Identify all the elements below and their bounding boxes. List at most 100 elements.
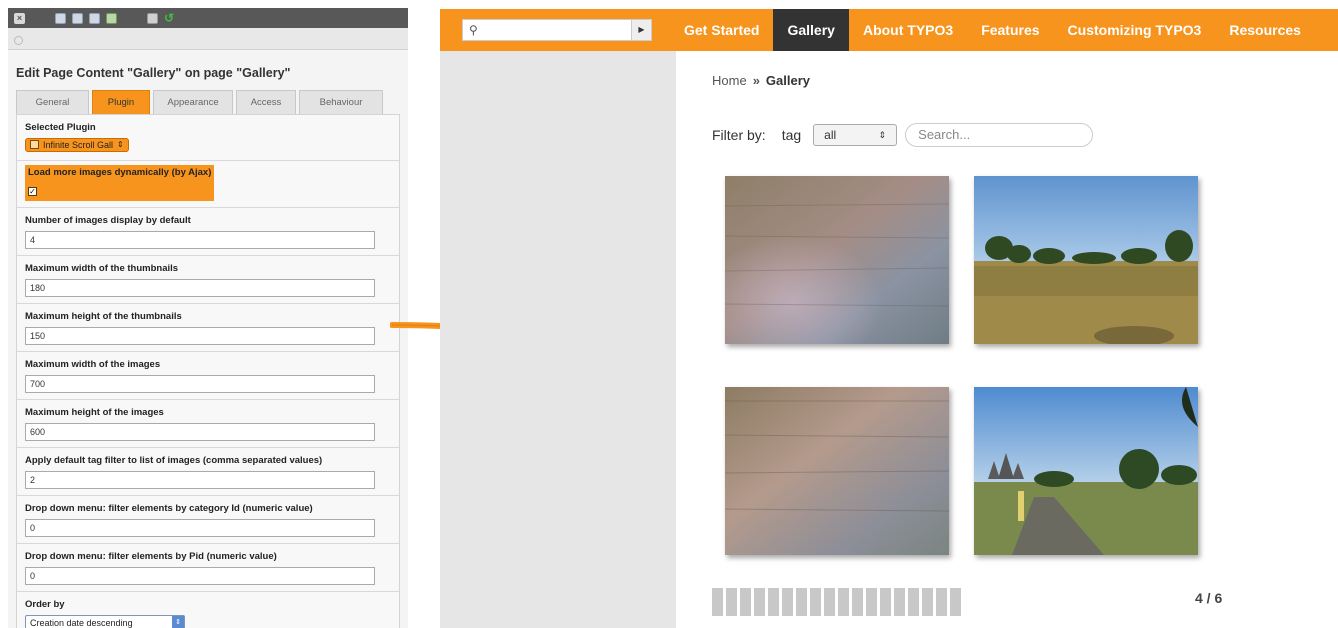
search-submit-button[interactable]: ▶ (631, 20, 651, 40)
filter-label: Filter by: (712, 127, 766, 143)
field-category-id: Drop down menu: filter elements by categ… (17, 496, 399, 544)
plugin-select-value: Infinite Scroll Gall (43, 139, 114, 150)
order-label: Order by (25, 599, 65, 610)
field-label: Drop down menu: filter elements by Pid (… (25, 551, 277, 562)
progress-segment (908, 588, 919, 616)
relief-image (725, 387, 949, 555)
images-default-input[interactable]: 4 (25, 231, 375, 249)
backend-toolbar: × ↺ (8, 8, 408, 28)
close-icon[interactable]: × (14, 12, 25, 24)
save-and-new-icon[interactable] (89, 12, 100, 24)
frontend-gallery-page: ⚲ ▶ Get Started Gallery About TYPO3 Feat… (440, 9, 1338, 628)
gallery-thumbnail[interactable] (725, 387, 949, 555)
plugin-form: Selected Plugin Infinite Scroll Gall ⇕ L… (16, 114, 400, 628)
tab-general[interactable]: General (16, 90, 89, 114)
field-label: Drop down menu: filter elements by categ… (25, 503, 313, 514)
ajax-label: Load more images dynamically (by Ajax) (28, 167, 212, 178)
image-counter: 4 / 6 (1195, 590, 1223, 606)
save-and-view-icon[interactable] (72, 12, 83, 24)
field-order-by: Order by Creation date descending ⇕ (17, 592, 399, 628)
progress-segment (824, 588, 835, 616)
typo3-backend-panel: × ↺ Edit Page Content "Gallery" on page … (8, 8, 408, 628)
order-select[interactable]: Creation date descending ⇕ (25, 615, 185, 628)
breadcrumb-separator: » (752, 73, 760, 88)
checkbox-icon[interactable]: ✓ (28, 187, 37, 196)
tab-access[interactable]: Access (236, 90, 296, 114)
field-image-height: Maximum height of the images 600 (17, 400, 399, 448)
selected-plugin-label: Selected Plugin (25, 122, 96, 133)
help-icon[interactable] (14, 36, 23, 45)
field-label: Apply default tag filter to list of imag… (25, 455, 323, 466)
nav-customizing-typo3[interactable]: Customizing TYPO3 (1054, 9, 1216, 51)
trash-icon[interactable] (147, 12, 158, 24)
field-label: Maximum width of the thumbnails (25, 263, 179, 274)
tab-behaviour[interactable]: Behaviour (299, 90, 383, 114)
nav-features[interactable]: Features (967, 9, 1053, 51)
progress-segment (936, 588, 947, 616)
plugin-select[interactable]: Infinite Scroll Gall ⇕ (25, 137, 129, 152)
progress-segment (852, 588, 863, 616)
selected-plugin-field: Selected Plugin Infinite Scroll Gall ⇕ (17, 115, 399, 161)
progress-segment (712, 588, 723, 616)
field-label: Maximum width of the images (25, 359, 161, 370)
form-tabs: General Plugin Appearance Access Behavio… (8, 90, 408, 114)
tag-filter-input[interactable]: 2 (25, 471, 375, 489)
thumb-width-input[interactable]: 180 (25, 279, 375, 297)
nav-gallery[interactable]: Gallery (773, 9, 849, 51)
progress-segment (894, 588, 905, 616)
select-arrows-icon: ⇕ (117, 140, 124, 149)
undo-icon[interactable]: ↺ (164, 12, 174, 24)
pid-input[interactable]: 0 (25, 567, 375, 585)
breadcrumb-current: Gallery (765, 73, 811, 88)
field-label: Maximum height of the images (25, 407, 164, 418)
category-id-input[interactable]: 0 (25, 519, 375, 537)
site-search-input[interactable]: ⚲ ▶ (462, 19, 652, 41)
ajax-field: Load more images dynamically (by Ajax) ✓ (17, 161, 399, 208)
save-and-close-icon[interactable] (106, 12, 117, 24)
tab-appearance[interactable]: Appearance (153, 90, 233, 114)
relief-image (725, 176, 949, 344)
order-select-value: Creation date descending (30, 617, 133, 628)
progress-segment (866, 588, 877, 616)
gallery-thumbnail[interactable] (974, 387, 1198, 555)
thumb-height-input[interactable]: 150 (25, 327, 375, 345)
save-icon[interactable] (55, 12, 66, 24)
progress-segment (754, 588, 765, 616)
filter-bar: Filter by: tag all ⇕ Search... (712, 123, 1094, 147)
gallery-main: Home » Gallery Filter by: tag all ⇕ Search… (676, 51, 1338, 628)
main-nav: ⚲ ▶ Get Started Gallery About TYPO3 Feat… (440, 9, 1338, 51)
nav-about-typo3[interactable]: About TYPO3 (849, 9, 967, 51)
plugin-icon (30, 140, 39, 149)
image-height-input[interactable]: 600 (25, 423, 375, 441)
nav-get-started[interactable]: Get Started (670, 9, 773, 51)
progress-segment (950, 588, 961, 616)
breadcrumb-home[interactable]: Home (712, 73, 747, 88)
progress-segment (880, 588, 891, 616)
field-image-width: Maximum width of the images 700 (17, 352, 399, 400)
gallery-thumbnail[interactable] (725, 176, 949, 344)
tab-plugin[interactable]: Plugin (92, 90, 150, 114)
nav-resources[interactable]: Resources (1215, 9, 1315, 51)
sidebar (440, 51, 676, 628)
progress-segment (838, 588, 849, 616)
progress-segment (726, 588, 737, 616)
select-arrows-icon: ⇕ (172, 616, 184, 628)
field-images-default: Number of images display by default 4 (17, 208, 399, 256)
image-width-input[interactable]: 700 (25, 375, 375, 393)
progress-segment (782, 588, 793, 616)
tag-label: tag (781, 127, 802, 143)
field-tag-filter: Apply default tag filter to list of imag… (17, 448, 399, 496)
scroll-progress-bar (712, 588, 961, 616)
backend-subbar (8, 28, 408, 50)
field-label: Maximum height of the thumbnails (25, 311, 182, 322)
field-label: Number of images display by default (25, 215, 191, 226)
gallery-thumbnail[interactable] (974, 176, 1198, 344)
gallery-search-input[interactable]: Search... (905, 123, 1094, 147)
tag-select[interactable]: all ⇕ (813, 124, 898, 146)
field-thumb-height: Maximum height of the thumbnails 150 (17, 304, 399, 352)
progress-segment (810, 588, 821, 616)
progress-segment (740, 588, 751, 616)
search-icon: ⚲ (469, 23, 478, 37)
select-arrows-icon: ⇕ (878, 129, 887, 140)
progress-segment (796, 588, 807, 616)
